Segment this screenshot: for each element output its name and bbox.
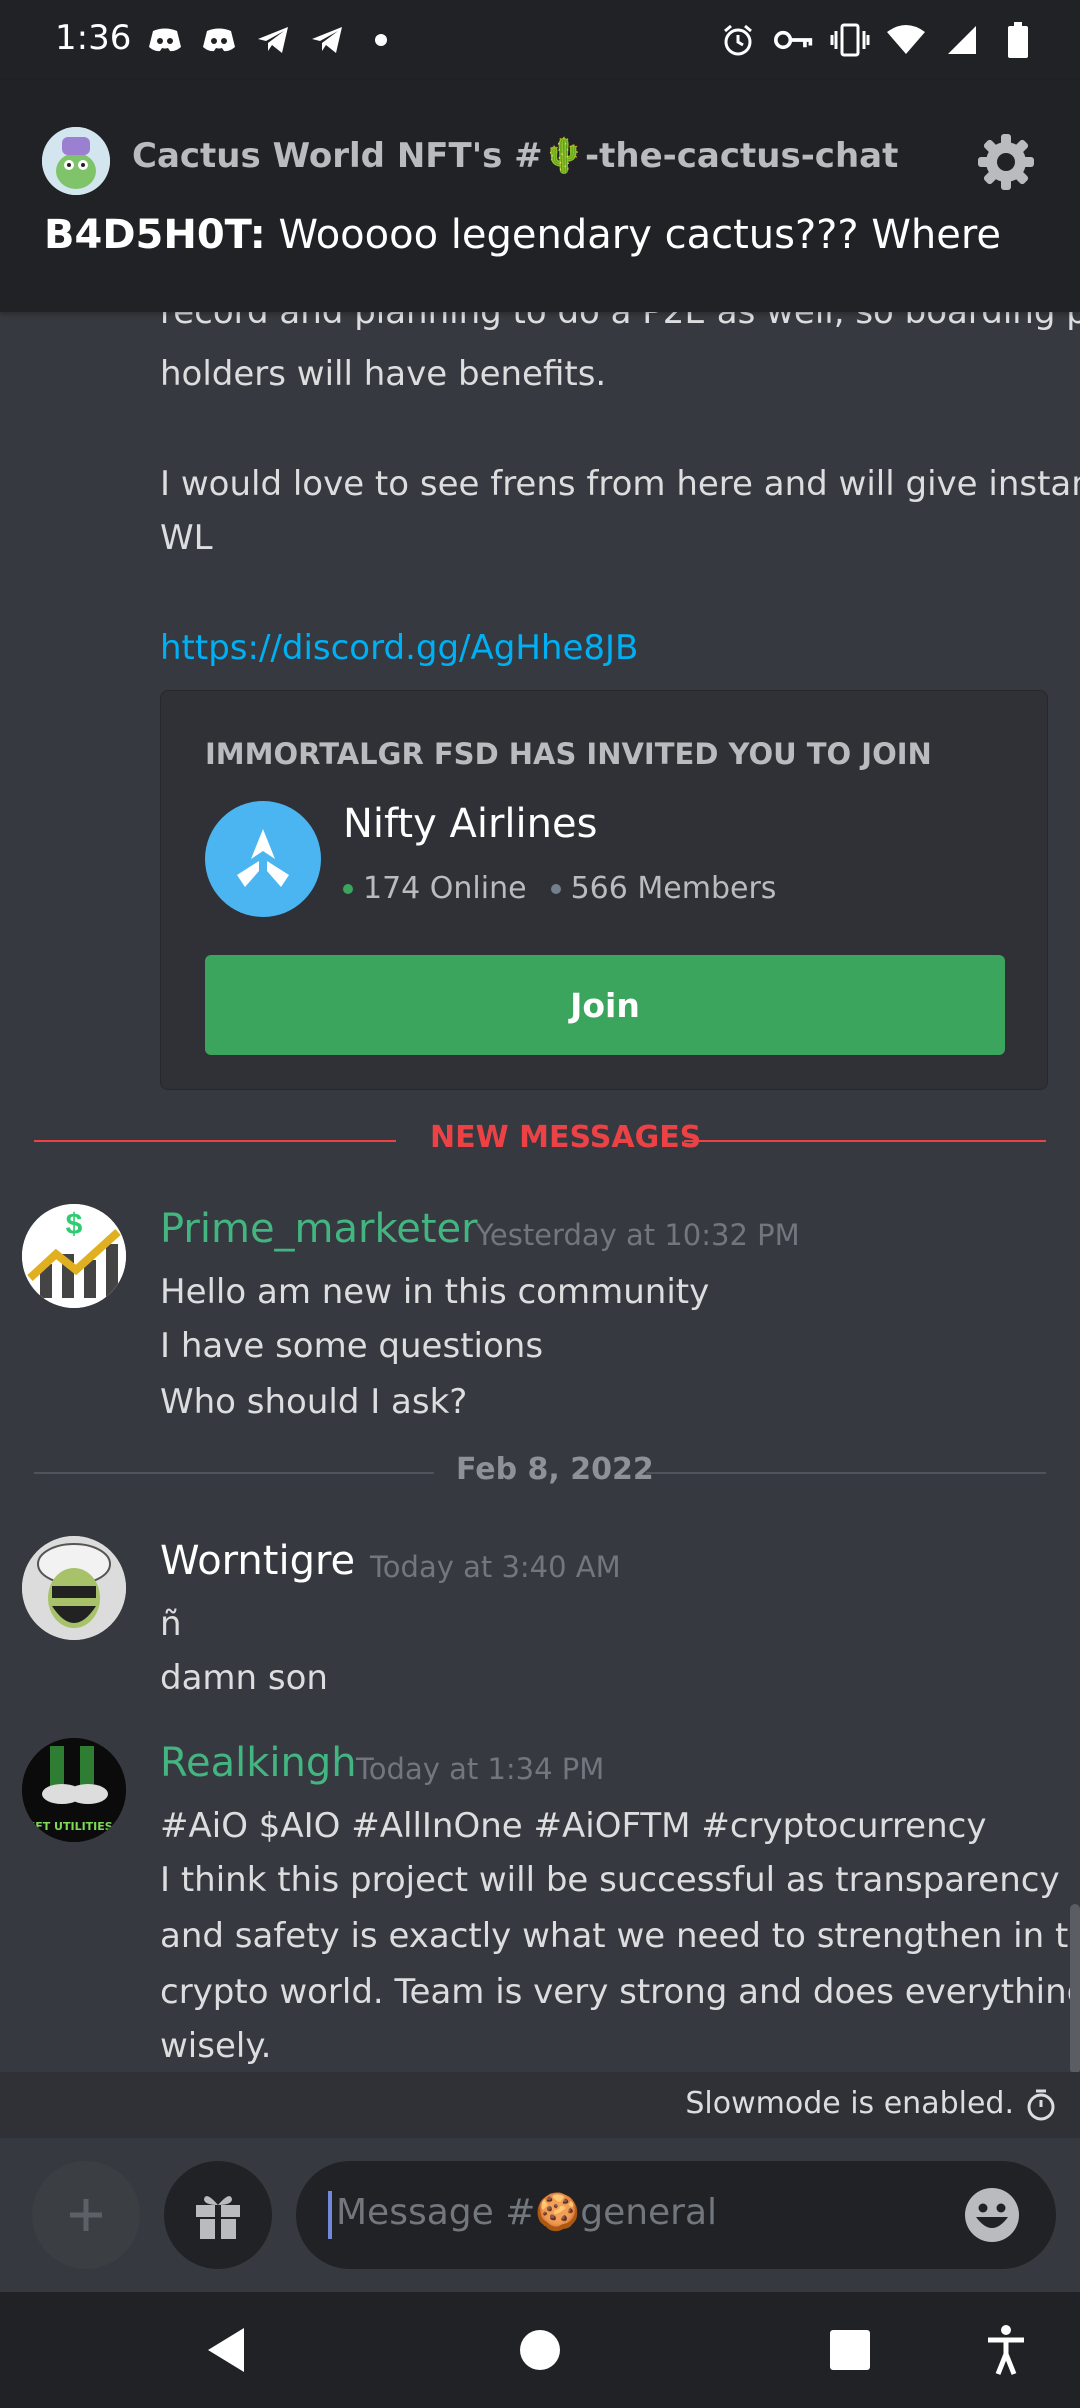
emoji-icon[interactable] (964, 2187, 1020, 2243)
settings-button[interactable] (974, 130, 1038, 194)
gift-icon (196, 2196, 240, 2239)
system-navigation-bar (0, 2292, 1080, 2408)
invite-link[interactable]: https://discord.gg/AgHhe8JB (160, 628, 638, 668)
timestamp: Today at 1:34 PM (356, 1752, 605, 1786)
avatar-label: NFT UTILITIES (26, 1820, 113, 1833)
channel-title[interactable]: Cactus World NFT's #🌵-the-cactus-chat (132, 136, 898, 176)
invite-heading: IMMORTALGR FSD HAS INVITED YOU TO JOIN (205, 737, 932, 771)
message-composer: Message #🍪general (0, 2138, 1080, 2292)
accessibility-button[interactable] (978, 2322, 1034, 2378)
member-count: 566 Members (570, 871, 777, 906)
username[interactable]: Prime_marketer (160, 1206, 478, 1252)
message-line: Hello am new in this community (160, 1272, 710, 1312)
message-line: WL (160, 518, 213, 558)
avatar[interactable]: NFT UTILITIES (22, 1738, 126, 1842)
message-line: Who should I ask? (160, 1382, 468, 1422)
dot-icon (361, 20, 401, 60)
telegram-icon (253, 20, 293, 60)
battery-icon (998, 20, 1038, 60)
home-icon (520, 2330, 560, 2370)
message-line: I think this project will be successful … (160, 1860, 1060, 1900)
add-attachment-button[interactable] (32, 2161, 140, 2269)
chat-area[interactable]: record and planning to do a P2E as well,… (0, 312, 1080, 2072)
avatar[interactable]: $ (22, 1204, 126, 1308)
back-icon (208, 2328, 244, 2372)
message-placeholder: Message #🍪general (336, 2192, 718, 2233)
discord-icon (199, 20, 239, 60)
message-line: damn son (160, 1658, 328, 1698)
system-icons (718, 20, 1038, 60)
back-button[interactable] (198, 2322, 254, 2378)
invite-stats: 174 Online 566 Members (343, 871, 776, 906)
gear-icon (978, 134, 1034, 190)
gift-button[interactable] (164, 2161, 272, 2269)
server-icon[interactable] (205, 801, 321, 917)
telegram-icon (307, 20, 347, 60)
join-button[interactable]: Join (205, 955, 1005, 1055)
message-line: I would love to see frens from here and … (160, 464, 1080, 504)
wifi-icon (886, 20, 926, 60)
members-dot (550, 883, 561, 894)
new-messages-label: NEW MESSAGES (430, 1120, 702, 1155)
discord-icon (145, 20, 185, 60)
scrollbar[interactable] (1070, 1904, 1080, 2072)
message-line: wisely. (160, 2026, 272, 2066)
recents-button[interactable] (822, 2322, 878, 2378)
slowmode-bar: Slowmode is enabled. (0, 2072, 1080, 2138)
message-line: and safety is exactly what we need to st… (160, 1916, 1080, 1956)
notification-icons (145, 20, 401, 60)
recents-icon (830, 2330, 870, 2370)
preview-author: B4D5H0T: (44, 212, 266, 258)
accessibility-icon (988, 2325, 1024, 2375)
home-button[interactable] (512, 2322, 568, 2378)
message-line: record and planning to do a P2E as well,… (160, 312, 1080, 332)
airplane-icon (237, 829, 289, 887)
message-line: ñ (160, 1604, 182, 1644)
message-line: holders will have benefits. (160, 354, 607, 394)
message-line: I have some questions (160, 1326, 544, 1366)
username[interactable]: Worntigre (160, 1538, 355, 1584)
alarm-icon (718, 20, 758, 60)
status-time: 1:36 (55, 18, 132, 58)
avatar[interactable] (22, 1536, 126, 1640)
preview-text: Wooooo legendary cactus??? Where (265, 212, 1002, 258)
status-bar: 1:36 (0, 0, 1080, 80)
message-line: #AiO $AIO #AllInOne #AiOFTM #cryptocurre… (160, 1806, 987, 1846)
slowmode-text: Slowmode is enabled. (685, 2086, 1014, 2121)
vpn-key-icon (774, 20, 814, 60)
svg-text:$: $ (66, 1208, 83, 1241)
text-cursor (328, 2191, 332, 2239)
invite-server-name: Nifty Airlines (343, 801, 598, 847)
signal-icon (942, 20, 982, 60)
plus-icon (70, 2199, 102, 2231)
server-avatar[interactable] (42, 127, 110, 195)
vibrate-icon (830, 20, 870, 60)
timer-icon (1027, 2089, 1055, 2121)
username[interactable]: Realkingh (160, 1740, 357, 1786)
date-label: Feb 8, 2022 (456, 1452, 654, 1487)
message-line: crypto world. Team is very strong and do… (160, 1972, 1080, 2012)
channel-header[interactable]: Cactus World NFT's #🌵-the-cactus-chat B4… (0, 80, 1080, 312)
latest-message-preview[interactable]: B4D5H0T: Wooooo legendary cactus??? Wher… (44, 212, 1001, 258)
invite-card: IMMORTALGR FSD HAS INVITED YOU TO JOIN N… (160, 690, 1048, 1090)
message-input[interactable]: Message #🍪general (296, 2161, 1056, 2269)
online-count: 174 Online (363, 871, 527, 906)
timestamp: Yesterday at 10:32 PM (476, 1218, 800, 1252)
timestamp: Today at 3:40 AM (370, 1550, 621, 1584)
online-dot (343, 883, 353, 894)
